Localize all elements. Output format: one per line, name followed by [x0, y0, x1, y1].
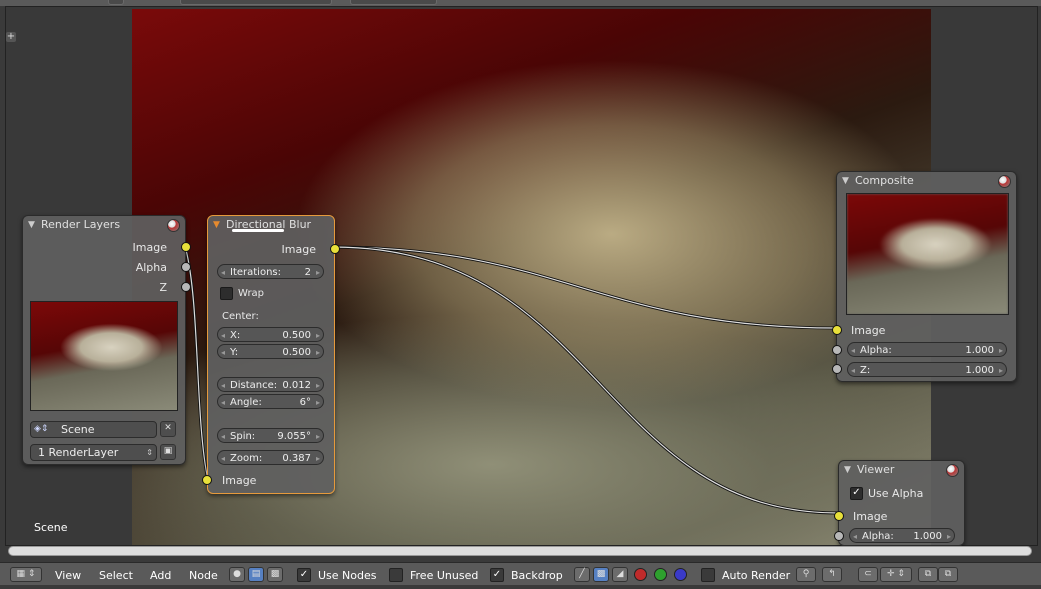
- distance-field[interactable]: ◂ Distance: 0.012 ▸: [217, 377, 324, 392]
- snap-icon[interactable]: ⊂: [858, 567, 878, 582]
- render-preview-thumbnail: [30, 301, 178, 411]
- output-image-socket[interactable]: [330, 244, 340, 254]
- input-image-socket[interactable]: [202, 475, 212, 485]
- render-layers-node[interactable]: ▼ Render Layers Image Alpha Z ◈⇕ Scene ✕…: [22, 215, 191, 465]
- scene-label: Scene: [34, 521, 68, 534]
- menu-node[interactable]: Node: [189, 563, 218, 585]
- backdrop-color-icon[interactable]: ◢: [612, 567, 628, 582]
- alpha-field[interactable]: ◂ Alpha: 1.000 ▸: [847, 342, 1007, 357]
- scene-value: Scene: [61, 423, 95, 436]
- scene-icon: ◈⇕: [34, 424, 49, 434]
- blue-channel-icon[interactable]: [674, 568, 687, 581]
- auto-render-label: Auto Render: [722, 569, 791, 582]
- viewer-node[interactable]: ▼ Viewer ✓ Use Alpha Image ◂ Alpha: 1.000 ▸: [834, 460, 965, 546]
- composite-nodes-icon[interactable]: ▤: [248, 567, 264, 582]
- preview-toggle-icon[interactable]: [946, 464, 959, 477]
- collapse-triangle-icon[interactable]: ▼: [213, 216, 220, 234]
- paste-nodes-icon[interactable]: ⧉: [938, 567, 958, 582]
- input-image-socket[interactable]: [834, 511, 844, 521]
- output-image-label: Image: [281, 243, 316, 256]
- green-channel-icon[interactable]: [654, 568, 667, 581]
- preview-toggle-icon[interactable]: [998, 175, 1011, 188]
- free-unused-label: Free Unused: [410, 569, 479, 582]
- output-image-label: Image: [132, 241, 167, 254]
- input-alpha-socket[interactable]: [832, 345, 842, 355]
- center-label: Center:: [222, 311, 259, 322]
- input-alpha-socket[interactable]: [834, 531, 844, 541]
- zoom-field[interactable]: ◂ Zoom: 0.387 ▸: [217, 450, 324, 465]
- output-image-socket[interactable]: [181, 242, 191, 252]
- node-title: Composite: [855, 174, 914, 187]
- free-unused-checkbox[interactable]: [389, 568, 403, 582]
- updown-arrows-icon: ⇕: [146, 448, 153, 457]
- z-field[interactable]: ◂ Z: 1.000 ▸: [847, 362, 1007, 377]
- input-image-label: Image: [853, 510, 888, 523]
- use-nodes-checkbox[interactable]: ✓: [297, 568, 311, 582]
- collapse-triangle-icon[interactable]: ▼: [28, 216, 35, 234]
- render-layer-value: 1 RenderLayer: [38, 446, 119, 459]
- backdrop-label: Backdrop: [511, 569, 563, 582]
- top-tab[interactable]: [350, 0, 437, 5]
- texture-nodes-icon[interactable]: ▩: [267, 567, 283, 582]
- backdrop-alpha-icon[interactable]: ▩: [593, 567, 609, 582]
- viewer-header[interactable]: ▼ Viewer: [839, 461, 964, 479]
- go-to-parent-icon[interactable]: ↰: [822, 567, 842, 582]
- wrap-checkbox[interactable]: [220, 287, 233, 300]
- node-title: Viewer: [857, 463, 895, 476]
- input-image-socket[interactable]: [832, 325, 842, 335]
- menu-select[interactable]: Select: [99, 563, 133, 585]
- auto-render-checkbox[interactable]: [701, 568, 715, 582]
- collapse-triangle-icon[interactable]: ▼: [842, 172, 849, 190]
- preview-toggle-icon[interactable]: [167, 219, 180, 232]
- center-x-field[interactable]: ◂ X: 0.500 ▸: [217, 327, 324, 342]
- directional-blur-header[interactable]: ▼ Directional Blur: [208, 216, 334, 234]
- collapse-triangle-icon[interactable]: ▼: [844, 461, 851, 479]
- use-alpha-label: Use Alpha: [868, 487, 924, 500]
- input-image-label: Image: [222, 474, 257, 487]
- clear-scene-icon[interactable]: ✕: [160, 421, 176, 437]
- pin-icon[interactable]: ⚲: [796, 567, 816, 582]
- top-tab[interactable]: [180, 0, 332, 5]
- backdrop-channels-icon[interactable]: ╱: [574, 567, 590, 582]
- node-title: Render Layers: [41, 218, 121, 231]
- output-z-socket[interactable]: [181, 282, 191, 292]
- input-z-socket[interactable]: [832, 364, 842, 374]
- wrap-label: Wrap: [238, 288, 265, 299]
- composite-node[interactable]: ▼ Composite Image ◂ Alpha: 1.000 ▸ ◂ Z: 1.000…: [832, 171, 1017, 382]
- render-layer-selector[interactable]: 1 RenderLayer ⇕: [30, 444, 157, 461]
- center-y-field[interactable]: ◂ Y: 0.500 ▸: [217, 344, 324, 359]
- iterations-field[interactable]: ◂ Iterations: 2 ▸: [217, 264, 324, 279]
- menu-view[interactable]: View: [55, 563, 81, 585]
- composite-header[interactable]: ▼ Composite: [837, 172, 1016, 190]
- use-nodes-label: Use Nodes: [318, 569, 377, 582]
- scene-selector[interactable]: ◈⇕ Scene: [30, 421, 157, 438]
- composite-preview-thumbnail: [846, 193, 1009, 315]
- menu-add[interactable]: Add: [150, 563, 171, 585]
- backdrop-checkbox[interactable]: ✓: [490, 568, 504, 582]
- use-alpha-checkbox[interactable]: ✓: [850, 487, 863, 500]
- output-z-label: Z: [159, 281, 167, 294]
- region-expand-icon[interactable]: +: [6, 32, 16, 42]
- spin-field[interactable]: ◂ Spin: 9.055° ▸: [217, 428, 324, 443]
- copy-nodes-icon[interactable]: ⧉: [918, 567, 938, 582]
- angle-field[interactable]: ◂ Angle: 6° ▸: [217, 394, 324, 409]
- top-tab[interactable]: [108, 0, 124, 5]
- output-alpha-socket[interactable]: [181, 262, 191, 272]
- red-channel-icon[interactable]: [634, 568, 647, 581]
- input-image-label: Image: [851, 324, 886, 337]
- render-camera-icon[interactable]: ▣: [160, 444, 176, 460]
- horizontal-scrollbar[interactable]: [8, 546, 1032, 556]
- title-highlight-stroke: [232, 229, 284, 232]
- node-editor-header: ▦ ⇕ View Select Add Node ● ▤ ▩ ✓ Use Nod…: [0, 562, 1041, 585]
- alpha-field[interactable]: ◂ Alpha: 1.000 ▸: [849, 528, 955, 543]
- directional-blur-node[interactable]: ▼ Directional Blur Image ◂ Iterations: 2 ▸ …: [202, 215, 340, 494]
- shader-nodes-icon[interactable]: ●: [229, 567, 245, 582]
- editor-type-icon[interactable]: ▦ ⇕: [10, 567, 42, 582]
- output-alpha-label: Alpha: [135, 261, 167, 274]
- snap-mode-icon[interactable]: ✛ ⇕: [880, 567, 912, 582]
- render-layers-header[interactable]: ▼ Render Layers: [23, 216, 185, 234]
